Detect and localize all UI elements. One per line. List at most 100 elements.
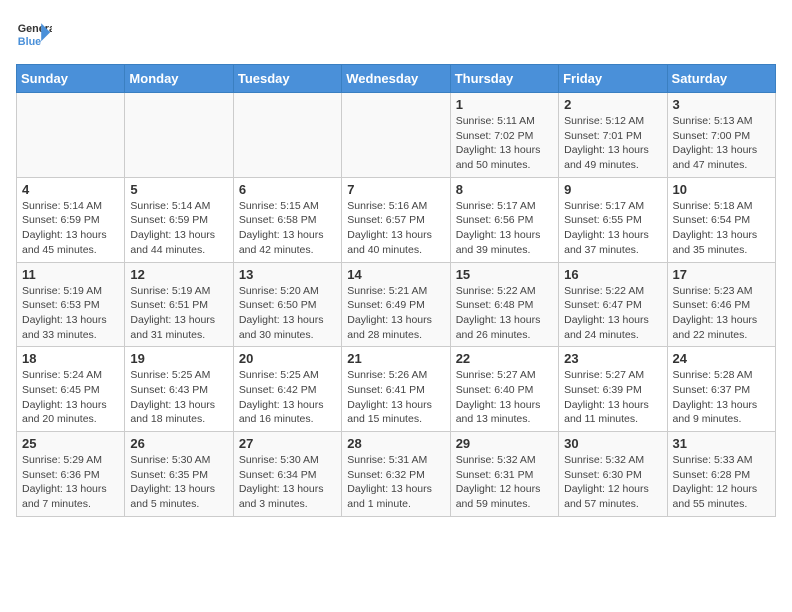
day-info: Sunrise: 5:14 AMSunset: 6:59 PMDaylight:… [130, 199, 227, 258]
calendar-cell: 24Sunrise: 5:28 AMSunset: 6:37 PMDayligh… [667, 347, 775, 432]
header-tuesday: Tuesday [233, 65, 341, 93]
day-number: 21 [347, 351, 444, 366]
day-number: 14 [347, 267, 444, 282]
calendar-week-1: 1 Sunrise: 5:11 AMSunset: 7:02 PMDaylight… [17, 93, 776, 178]
calendar-week-2: 4 Sunrise: 5:14 AMSunset: 6:59 PMDaylight… [17, 177, 776, 262]
calendar-week-3: 11 Sunrise: 5:19 AMSunset: 6:53 PMDayligh… [17, 262, 776, 347]
day-number: 5 [130, 182, 227, 197]
day-number: 20 [239, 351, 336, 366]
calendar-table: SundayMondayTuesdayWednesdayThursdayFrid… [16, 64, 776, 517]
calendar-cell: 16 Sunrise: 5:22 AMSunset: 6:47 PMDayligh… [559, 262, 667, 347]
day-info: Sunrise: 5:17 AMSunset: 6:55 PMDaylight:… [564, 199, 661, 258]
day-info: Sunrise: 5:28 AMSunset: 6:37 PMDaylight:… [673, 368, 770, 427]
day-info: Sunrise: 5:32 AMSunset: 6:30 PMDaylight:… [564, 453, 661, 512]
header-sunday: Sunday [17, 65, 125, 93]
calendar-cell: 17 Sunrise: 5:23 AMSunset: 6:46 PMDayligh… [667, 262, 775, 347]
day-info: Sunrise: 5:26 AMSunset: 6:41 PMDaylight:… [347, 368, 444, 427]
day-number: 13 [239, 267, 336, 282]
calendar-cell: 4 Sunrise: 5:14 AMSunset: 6:59 PMDaylight… [17, 177, 125, 262]
day-number: 27 [239, 436, 336, 451]
day-info: Sunrise: 5:30 AMSunset: 6:34 PMDaylight:… [239, 453, 336, 512]
day-number: 28 [347, 436, 444, 451]
page-header: General Blue [16, 16, 776, 52]
day-info: Sunrise: 5:27 AMSunset: 6:40 PMDaylight:… [456, 368, 553, 427]
day-number: 23 [564, 351, 661, 366]
day-number: 16 [564, 267, 661, 282]
day-info: Sunrise: 5:33 AMSunset: 6:28 PMDaylight:… [673, 453, 770, 512]
calendar-cell: 26 Sunrise: 5:30 AMSunset: 6:35 PMDayligh… [125, 432, 233, 517]
calendar-cell [233, 93, 341, 178]
day-info: Sunrise: 5:22 AMSunset: 6:47 PMDaylight:… [564, 284, 661, 343]
day-info: Sunrise: 5:24 AMSunset: 6:45 PMDaylight:… [22, 368, 119, 427]
day-info: Sunrise: 5:15 AMSunset: 6:58 PMDaylight:… [239, 199, 336, 258]
calendar-cell: 27 Sunrise: 5:30 AMSunset: 6:34 PMDayligh… [233, 432, 341, 517]
day-info: Sunrise: 5:19 AMSunset: 6:51 PMDaylight:… [130, 284, 227, 343]
header-thursday: Thursday [450, 65, 558, 93]
calendar-cell: 28 Sunrise: 5:31 AMSunset: 6:32 PMDayligh… [342, 432, 450, 517]
calendar-cell [125, 93, 233, 178]
day-info: Sunrise: 5:23 AMSunset: 6:46 PMDaylight:… [673, 284, 770, 343]
day-info: Sunrise: 5:30 AMSunset: 6:35 PMDaylight:… [130, 453, 227, 512]
day-number: 9 [564, 182, 661, 197]
calendar-cell: 9 Sunrise: 5:17 AMSunset: 6:55 PMDaylight… [559, 177, 667, 262]
calendar-cell: 8 Sunrise: 5:17 AMSunset: 6:56 PMDaylight… [450, 177, 558, 262]
day-info: Sunrise: 5:22 AMSunset: 6:48 PMDaylight:… [456, 284, 553, 343]
day-info: Sunrise: 5:20 AMSunset: 6:50 PMDaylight:… [239, 284, 336, 343]
day-number: 17 [673, 267, 770, 282]
day-info: Sunrise: 5:21 AMSunset: 6:49 PMDaylight:… [347, 284, 444, 343]
day-info: Sunrise: 5:31 AMSunset: 6:32 PMDaylight:… [347, 453, 444, 512]
day-info: Sunrise: 5:32 AMSunset: 6:31 PMDaylight:… [456, 453, 553, 512]
day-info: Sunrise: 5:27 AMSunset: 6:39 PMDaylight:… [564, 368, 661, 427]
calendar-cell: 1 Sunrise: 5:11 AMSunset: 7:02 PMDaylight… [450, 93, 558, 178]
calendar-cell: 6 Sunrise: 5:15 AMSunset: 6:58 PMDaylight… [233, 177, 341, 262]
header-friday: Friday [559, 65, 667, 93]
calendar-cell: 5 Sunrise: 5:14 AMSunset: 6:59 PMDaylight… [125, 177, 233, 262]
calendar-cell: 3Sunrise: 5:13 AMSunset: 7:00 PMDaylight… [667, 93, 775, 178]
calendar-cell: 11 Sunrise: 5:19 AMSunset: 6:53 PMDayligh… [17, 262, 125, 347]
day-number: 2 [564, 97, 661, 112]
day-number: 29 [456, 436, 553, 451]
calendar-cell: 15 Sunrise: 5:22 AMSunset: 6:48 PMDayligh… [450, 262, 558, 347]
logo: General Blue [16, 16, 58, 52]
day-info: Sunrise: 5:25 AMSunset: 6:43 PMDaylight:… [130, 368, 227, 427]
day-number: 22 [456, 351, 553, 366]
day-number: 1 [456, 97, 553, 112]
calendar-week-5: 25 Sunrise: 5:29 AMSunset: 6:36 PMDayligh… [17, 432, 776, 517]
day-number: 31 [673, 436, 770, 451]
day-info: Sunrise: 5:17 AMSunset: 6:56 PMDaylight:… [456, 199, 553, 258]
day-info: Sunrise: 5:14 AMSunset: 6:59 PMDaylight:… [22, 199, 119, 258]
day-number: 12 [130, 267, 227, 282]
calendar-cell: 12 Sunrise: 5:19 AMSunset: 6:51 PMDayligh… [125, 262, 233, 347]
day-number: 8 [456, 182, 553, 197]
calendar-cell: 21 Sunrise: 5:26 AMSunset: 6:41 PMDayligh… [342, 347, 450, 432]
logo-icon: General Blue [16, 16, 52, 52]
calendar-cell: 10 Sunrise: 5:18 AMSunset: 6:54 PMDayligh… [667, 177, 775, 262]
day-number: 11 [22, 267, 119, 282]
calendar-week-4: 18 Sunrise: 5:24 AMSunset: 6:45 PMDayligh… [17, 347, 776, 432]
day-number: 6 [239, 182, 336, 197]
day-info: Sunrise: 5:19 AMSunset: 6:53 PMDaylight:… [22, 284, 119, 343]
day-info: Sunrise: 5:11 AMSunset: 7:02 PMDaylight:… [456, 114, 553, 173]
day-info: Sunrise: 5:16 AMSunset: 6:57 PMDaylight:… [347, 199, 444, 258]
calendar-cell [17, 93, 125, 178]
day-number: 15 [456, 267, 553, 282]
day-number: 25 [22, 436, 119, 451]
calendar-cell: 22 Sunrise: 5:27 AMSunset: 6:40 PMDayligh… [450, 347, 558, 432]
calendar-cell: 19Sunrise: 5:25 AMSunset: 6:43 PMDayligh… [125, 347, 233, 432]
day-number: 4 [22, 182, 119, 197]
day-info: Sunrise: 5:18 AMSunset: 6:54 PMDaylight:… [673, 199, 770, 258]
calendar-cell: 18 Sunrise: 5:24 AMSunset: 6:45 PMDayligh… [17, 347, 125, 432]
calendar-header: SundayMondayTuesdayWednesdayThursdayFrid… [17, 65, 776, 93]
day-number: 30 [564, 436, 661, 451]
calendar-cell: 31 Sunrise: 5:33 AMSunset: 6:28 PMDayligh… [667, 432, 775, 517]
calendar-cell [342, 93, 450, 178]
calendar-cell: 13 Sunrise: 5:20 AMSunset: 6:50 PMDayligh… [233, 262, 341, 347]
svg-text:Blue: Blue [18, 36, 41, 48]
day-number: 10 [673, 182, 770, 197]
calendar-cell: 14 Sunrise: 5:21 AMSunset: 6:49 PMDayligh… [342, 262, 450, 347]
day-info: Sunrise: 5:29 AMSunset: 6:36 PMDaylight:… [22, 453, 119, 512]
day-number: 18 [22, 351, 119, 366]
calendar-cell: 30 Sunrise: 5:32 AMSunset: 6:30 PMDayligh… [559, 432, 667, 517]
day-number: 26 [130, 436, 227, 451]
day-info: Sunrise: 5:25 AMSunset: 6:42 PMDaylight:… [239, 368, 336, 427]
